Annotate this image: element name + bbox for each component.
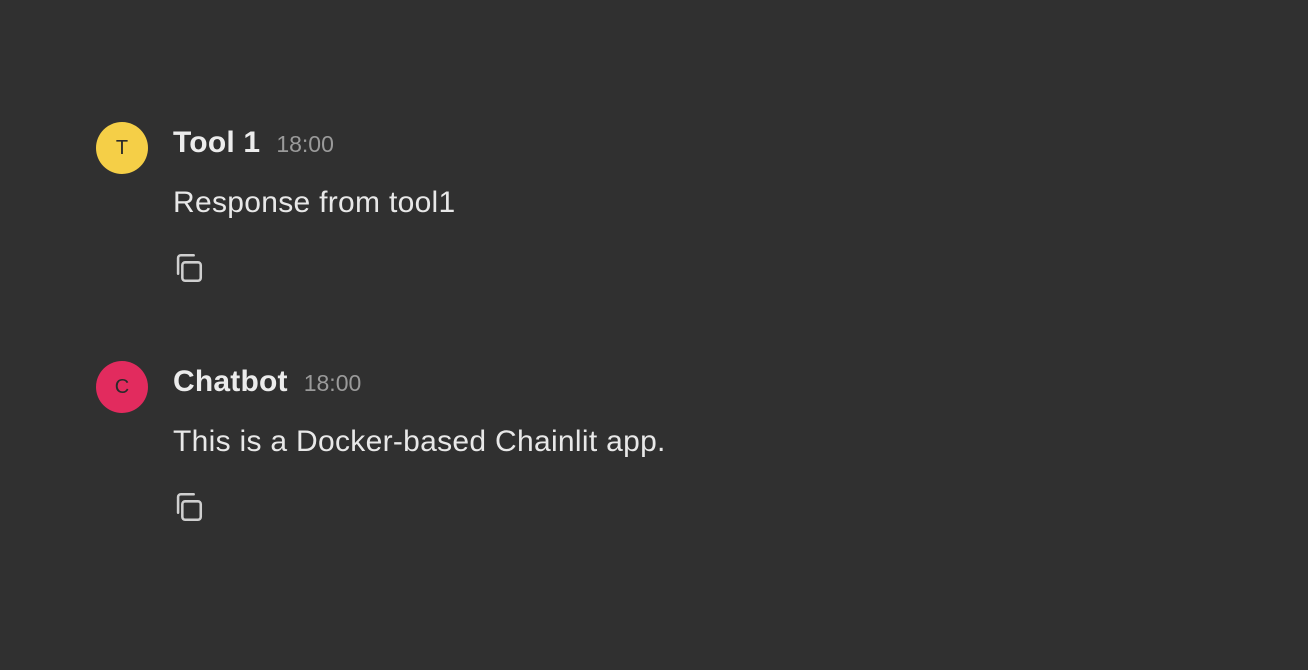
avatar: C <box>96 361 148 413</box>
avatar-letter: C <box>114 375 130 398</box>
message-author: Chatbot <box>173 365 288 398</box>
message-author: Tool 1 <box>173 126 261 159</box>
message-header: Chatbot 18:00 <box>173 365 361 399</box>
chat-thread: T Tool 1 18:00 Response from tool1 C Cha… <box>0 0 1308 670</box>
avatar: T <box>96 122 148 174</box>
message-timestamp: 18:00 <box>303 370 362 396</box>
copy-button[interactable] <box>170 489 206 525</box>
message-content: This is a Docker-based Chainlit app. <box>173 425 666 458</box>
avatar-letter: T <box>115 136 129 159</box>
copy-icon <box>176 253 203 283</box>
copy-icon <box>176 492 203 522</box>
message-timestamp: 18:00 <box>276 131 334 157</box>
message-content: Response from tool1 <box>173 186 456 219</box>
message-header: Tool 1 18:00 <box>173 126 334 160</box>
copy-button[interactable] <box>170 250 206 286</box>
